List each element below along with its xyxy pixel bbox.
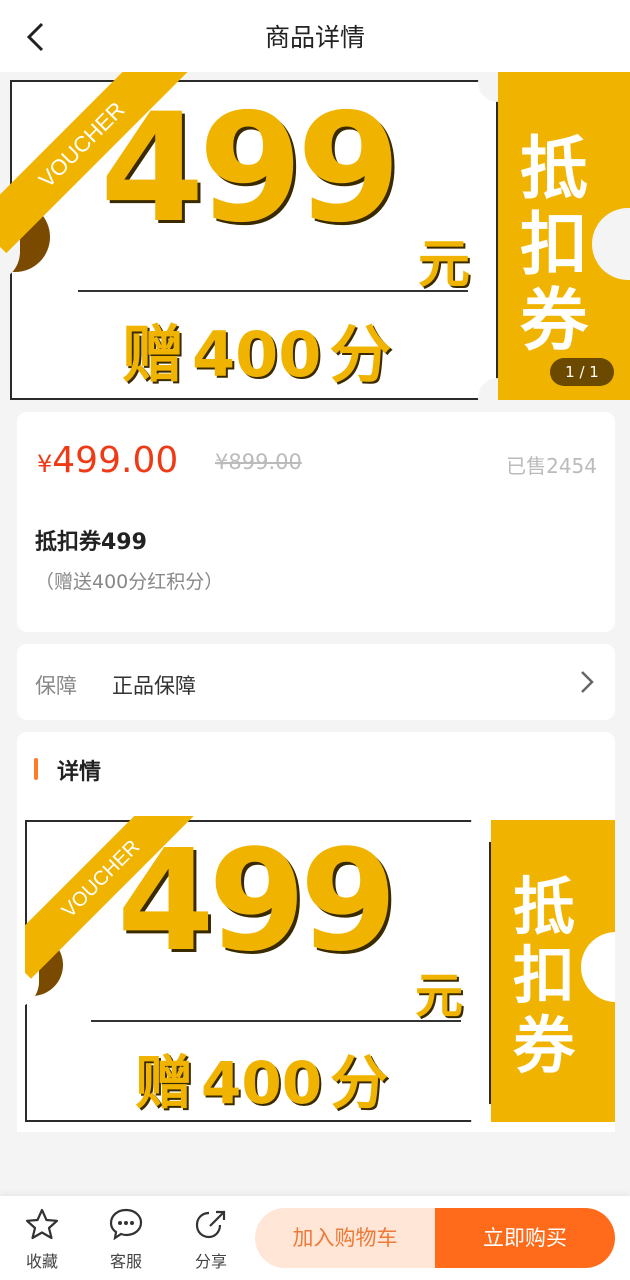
image-pager: 1 / 1 [550, 358, 614, 386]
top-bar: 商品详情 [0, 0, 630, 72]
gift-prefix: 赠 [135, 1049, 194, 1117]
price-card: ¥499.00 ¥899.00 已售2454 抵扣券499 （赠送400分红积分… [17, 412, 615, 632]
favorite-label: 收藏 [25, 1252, 58, 1271]
chat-icon [109, 1208, 143, 1240]
share-tab[interactable]: 分享 [181, 1208, 241, 1272]
share-label: 分享 [194, 1252, 227, 1271]
voucher-unit: 元 [415, 968, 464, 1024]
gift-unit: 分 [329, 318, 392, 391]
side-text: 抵扣券 [512, 870, 575, 1082]
page-title: 商品详情 [264, 23, 365, 52]
detail-title: 详情 [57, 760, 102, 785]
service-label: 客服 [109, 1252, 142, 1271]
voucher-side-text: 抵扣券 [516, 130, 592, 362]
product-note: （赠送400分红积分） [35, 571, 224, 593]
favorite-tab[interactable]: 收藏 [12, 1208, 72, 1272]
buy-now-button[interactable]: 立即购买 [435, 1208, 615, 1268]
banner-voucher[interactable]: VOUCHER 499 元 赠 400 分 抵扣券 1 / 1 [0, 72, 630, 400]
voucher-gift: 赠 400 分 [122, 304, 391, 394]
chevron-right-icon [581, 671, 594, 693]
product-name: 抵扣券499 [35, 530, 147, 555]
guarantee-row[interactable]: 保障 正品保障 [17, 644, 615, 720]
voucher-gift: 赠 400 分 [135, 1036, 388, 1120]
price-value: 499.00 [52, 440, 179, 481]
voucher-unit: 元 [418, 235, 471, 295]
bottom-action-bar: 收藏 客服 分享 加入购物车 立即购买 [0, 1196, 630, 1280]
detail-card: 详情 VOUCHER 499 元 赠 400 分 抵扣券 [17, 732, 615, 1132]
guarantee-value: 正品保障 [112, 674, 196, 698]
voucher-divider [91, 1020, 461, 1022]
guarantee-label: 保障 [35, 674, 77, 698]
detail-voucher-image: VOUCHER 499 元 赠 400 分 抵扣券 [25, 816, 615, 1126]
currency-symbol: ¥ [37, 450, 53, 478]
sold-count: 已售2454 [506, 454, 597, 478]
original-price: ¥899.00 [215, 450, 302, 474]
gift-unit: 分 [330, 1049, 389, 1117]
gift-prefix: 赠 [122, 318, 185, 391]
voucher-amount: 499 [100, 82, 401, 256]
share-icon [195, 1210, 226, 1239]
voucher-amount: 499 [117, 820, 397, 983]
gift-value: 400 [201, 1049, 323, 1117]
add-to-cart-button[interactable]: 加入购物车 [255, 1208, 435, 1268]
voucher-side-text: 抵扣券 [509, 872, 579, 1080]
service-tab[interactable]: 客服 [96, 1208, 156, 1272]
current-price: ¥499.00 [37, 440, 178, 481]
side-text: 抵扣券 [519, 130, 588, 362]
detail-accent-bar [34, 758, 38, 780]
gift-value: 400 [192, 318, 322, 391]
star-icon [25, 1208, 59, 1240]
voucher-divider [78, 290, 468, 292]
